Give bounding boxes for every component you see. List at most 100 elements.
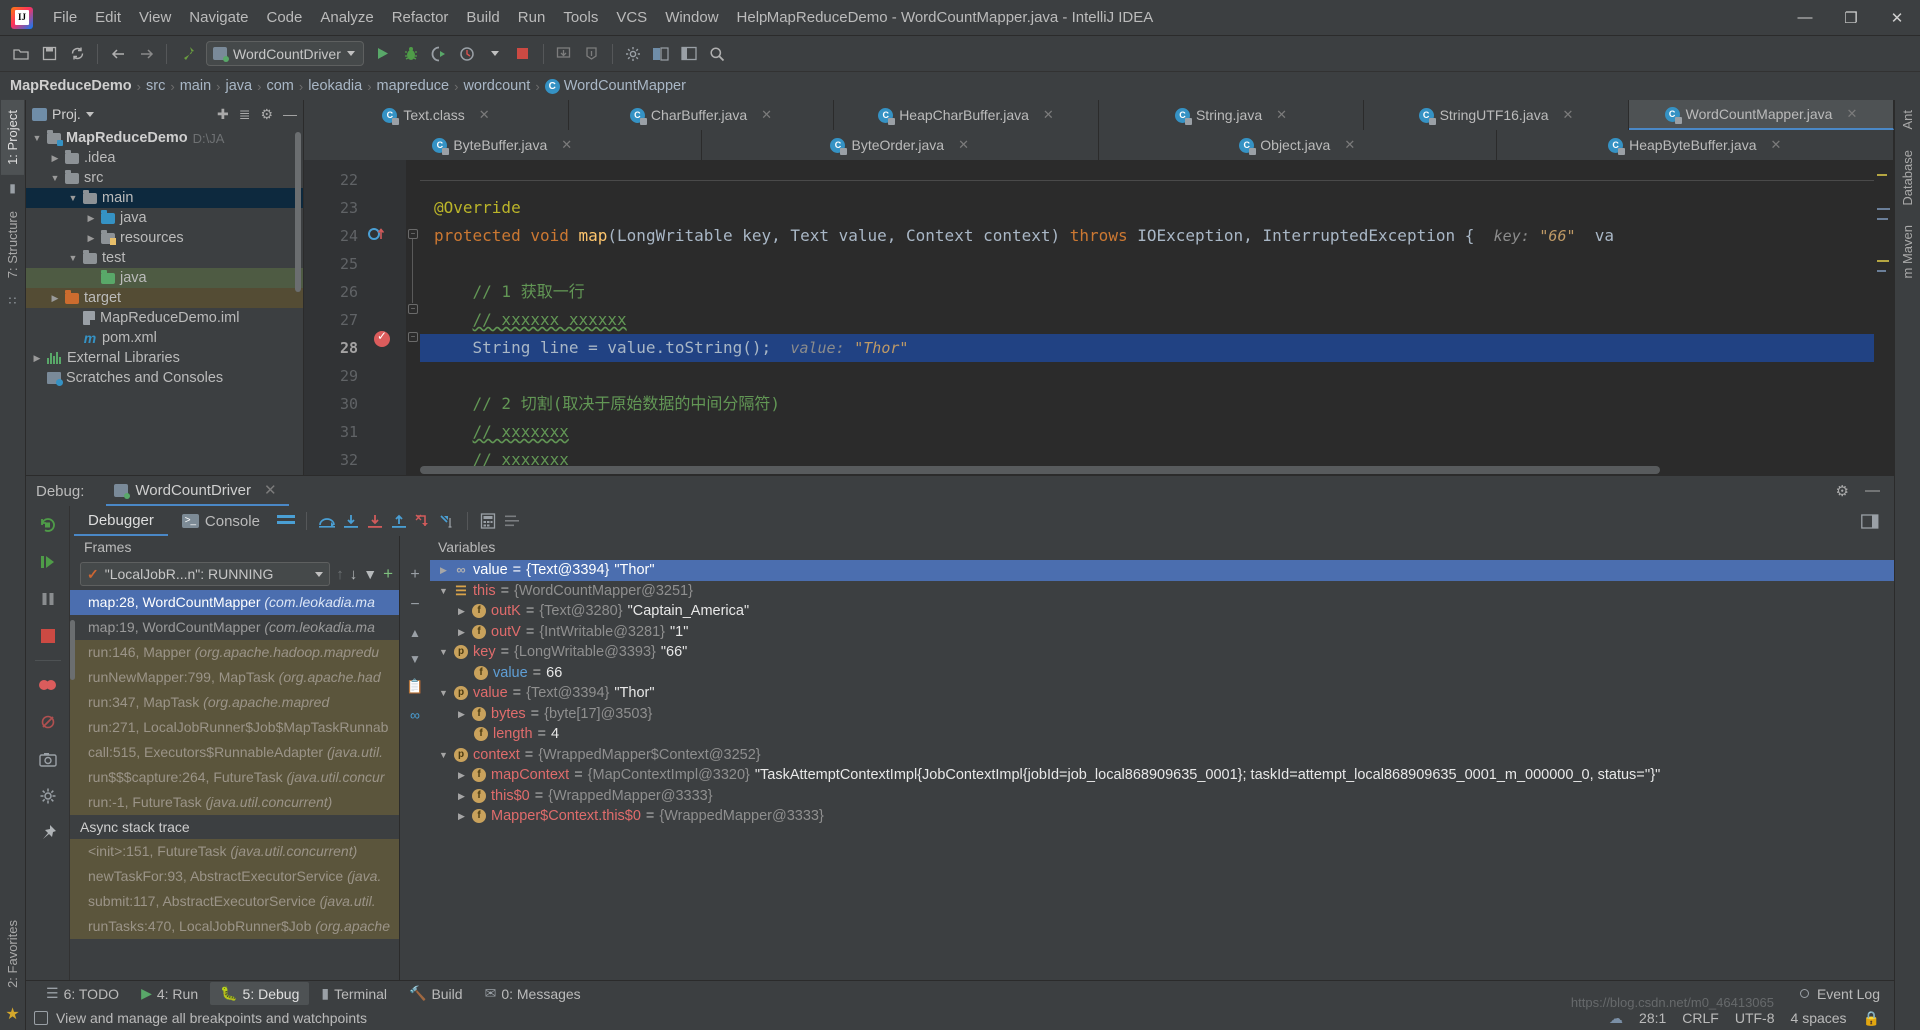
breadcrumb-item-6[interactable]: mapreduce bbox=[377, 78, 450, 94]
menu-file[interactable]: File bbox=[44, 5, 86, 30]
step-out-icon[interactable] bbox=[387, 509, 411, 533]
tree-item-mapreducedemo[interactable]: ▼ MapReduceDemo D:\JA bbox=[26, 128, 303, 148]
sync-icon[interactable] bbox=[64, 41, 90, 67]
chevron-down-icon[interactable]: ▼ bbox=[50, 173, 60, 183]
stop-icon[interactable] bbox=[35, 623, 61, 649]
pin-icon[interactable] bbox=[35, 820, 61, 846]
async-frame-item[interactable]: newTaskFor:93, AbstractExecutorService (… bbox=[70, 864, 399, 889]
menu-edit[interactable]: Edit bbox=[86, 5, 130, 30]
close-icon[interactable]: ✕ bbox=[479, 107, 490, 123]
event-log-label[interactable]: Event Log bbox=[1817, 986, 1880, 1002]
lock-icon[interactable]: 🔒 bbox=[1863, 1010, 1880, 1027]
run-icon[interactable] bbox=[370, 41, 396, 67]
chevron-down-icon[interactable]: ▼ bbox=[68, 193, 78, 203]
project-tree-scrollbar[interactable] bbox=[295, 132, 301, 292]
close-icon[interactable]: ✕ bbox=[264, 481, 277, 499]
link-icon[interactable]: ∞ bbox=[410, 707, 420, 723]
build-hammer-icon[interactable] bbox=[174, 41, 200, 67]
gutter-marks[interactable] bbox=[364, 160, 406, 475]
async-frame-item[interactable]: runTasks:470, LocalJobRunner$Job (org.ap… bbox=[70, 914, 399, 939]
variable-row[interactable]: ▼ p value = {Text@3394} "Thor" bbox=[430, 683, 1894, 704]
variable-row[interactable]: f value = 66 bbox=[430, 663, 1894, 684]
watches-icon[interactable] bbox=[500, 509, 524, 533]
chevron-down-icon[interactable]: ▼ bbox=[68, 253, 78, 263]
code-folding-column[interactable]: − − − bbox=[406, 160, 420, 475]
frame-item[interactable]: run:347, MapTask (org.apache.mapred bbox=[70, 690, 399, 715]
hide-icon[interactable]: — bbox=[283, 106, 297, 122]
editor-tab-object[interactable]: C Object.java ✕ bbox=[1099, 130, 1497, 160]
run-to-cursor-icon[interactable] bbox=[435, 509, 459, 533]
editor-minimap[interactable] bbox=[1874, 160, 1894, 475]
tab-debugger[interactable]: Debugger bbox=[74, 506, 168, 536]
search-everywhere-icon[interactable] bbox=[704, 41, 730, 67]
tree-item-java-test[interactable]: java bbox=[26, 268, 303, 288]
close-icon[interactable]: ✕ bbox=[1043, 107, 1054, 123]
fold-icon[interactable]: − bbox=[408, 229, 418, 239]
breadcrumb-item-class[interactable]: WordCountMapper bbox=[564, 78, 686, 94]
menu-window[interactable]: Window bbox=[656, 5, 727, 30]
chevron-down-icon[interactable]: ▼ bbox=[438, 683, 449, 704]
open-folder-icon[interactable] bbox=[8, 41, 34, 67]
layout-icon[interactable] bbox=[274, 509, 298, 533]
line-separator[interactable]: CRLF bbox=[1682, 1010, 1719, 1026]
restore-layout-icon[interactable] bbox=[1858, 509, 1882, 533]
frame-item[interactable]: map:28, WordCountMapper (com.leokadia.ma bbox=[70, 590, 399, 615]
frames-scrollbar[interactable] bbox=[70, 620, 75, 680]
sidebar-tab-ant[interactable]: Ant bbox=[1896, 100, 1919, 140]
thread-selector[interactable]: ✓ "LocalJobR...n": RUNNING bbox=[80, 562, 331, 586]
frame-item[interactable]: run:271, LocalJobRunner$Job$MapTaskRunna… bbox=[70, 715, 399, 740]
breakpoint-icon[interactable] bbox=[374, 329, 390, 347]
variables-list[interactable]: ▶ ∞ value = {Text@3394} "Thor" ▼ ☰ this … bbox=[430, 560, 1894, 980]
file-encoding[interactable]: UTF-8 bbox=[1735, 1010, 1775, 1026]
editor-tab-heapcharbuffer[interactable]: C HeapCharBuffer.java ✕ bbox=[834, 100, 1099, 130]
add-frame-icon[interactable]: + bbox=[383, 564, 393, 584]
add-watch-icon[interactable]: + bbox=[410, 566, 419, 584]
settings-icon[interactable]: ⚙ bbox=[260, 106, 273, 123]
copy-icon[interactable]: 📋 bbox=[406, 678, 423, 695]
frame-item[interactable]: runNewMapper:799, MapTask (org.apache.ha… bbox=[70, 665, 399, 690]
chevron-right-icon[interactable]: ▶ bbox=[86, 233, 96, 244]
close-icon[interactable]: ✕ bbox=[1344, 137, 1355, 153]
chevron-down-icon[interactable]: ▼ bbox=[438, 581, 449, 602]
breadcrumb-item-3[interactable]: java bbox=[225, 78, 252, 94]
chevron-right-icon[interactable]: ▶ bbox=[50, 293, 60, 304]
menu-vcs[interactable]: VCS bbox=[607, 5, 656, 30]
move-down-icon[interactable]: ▼ bbox=[409, 652, 421, 666]
chevron-right-icon[interactable]: ▶ bbox=[456, 601, 467, 622]
chevron-down-icon[interactable]: ▼ bbox=[438, 642, 449, 663]
debug-session-tab[interactable]: WordCountDriver ✕ bbox=[106, 476, 289, 506]
indent-setting[interactable]: 4 spaces bbox=[1791, 1010, 1847, 1026]
chevron-right-icon[interactable]: ▶ bbox=[32, 353, 42, 364]
project-structure-icon[interactable] bbox=[648, 41, 674, 67]
chevron-right-icon[interactable]: ▶ bbox=[456, 786, 467, 807]
menu-help[interactable]: Help bbox=[728, 5, 777, 30]
menu-analyze[interactable]: Analyze bbox=[311, 5, 382, 30]
tree-item-target[interactable]: ▶ target bbox=[26, 288, 303, 308]
sidebar-tab-maven[interactable]: m Maven bbox=[1896, 215, 1919, 288]
fold-icon[interactable]: − bbox=[408, 304, 418, 314]
toolwindow-run[interactable]: ▶ 4: Run bbox=[131, 982, 208, 1005]
project-tree[interactable]: ▼ MapReduceDemo D:\JA ▶ .idea ▼ src ▼ ma… bbox=[26, 128, 303, 475]
disable-breakpoints-icon[interactable] bbox=[35, 709, 61, 735]
tree-item-iml[interactable]: MapReduceDemo.iml bbox=[26, 308, 303, 328]
variable-row[interactable]: ▶ f this$0 = {WrappedMapper@3333} bbox=[430, 786, 1894, 807]
variable-row[interactable]: ▶ ∞ value = {Text@3394} "Thor" bbox=[430, 560, 1894, 581]
close-icon[interactable]: ✕ bbox=[761, 107, 772, 123]
up-arrow-icon[interactable]: ↑ bbox=[336, 566, 344, 583]
frame-item[interactable]: run:146, Mapper (org.apache.hadoop.mapre… bbox=[70, 640, 399, 665]
tree-item-resources[interactable]: ▶ resources bbox=[26, 228, 303, 248]
menu-view[interactable]: View bbox=[130, 5, 180, 30]
editor-tab-charbuffer[interactable]: C CharBuffer.java ✕ bbox=[569, 100, 834, 130]
run-coverage-icon[interactable] bbox=[426, 41, 452, 67]
remove-watch-icon[interactable]: − bbox=[410, 596, 419, 614]
breadcrumb-item-5[interactable]: leokadia bbox=[308, 78, 362, 94]
toolwindow-terminal[interactable]: ▮ Terminal bbox=[311, 982, 397, 1005]
frame-item[interactable]: run$$$capture:264, FutureTask (java.util… bbox=[70, 765, 399, 790]
move-up-icon[interactable]: ▲ bbox=[409, 626, 421, 640]
chevron-right-icon[interactable]: ▶ bbox=[456, 765, 467, 786]
chevron-right-icon[interactable]: ▶ bbox=[50, 153, 60, 164]
menu-navigate[interactable]: Navigate bbox=[180, 5, 257, 30]
tab-console[interactable]: >_ Console bbox=[168, 506, 274, 536]
profiler-icon[interactable] bbox=[454, 41, 480, 67]
variable-row[interactable]: ▶ f outV = {IntWritable@3281} "1" bbox=[430, 622, 1894, 643]
